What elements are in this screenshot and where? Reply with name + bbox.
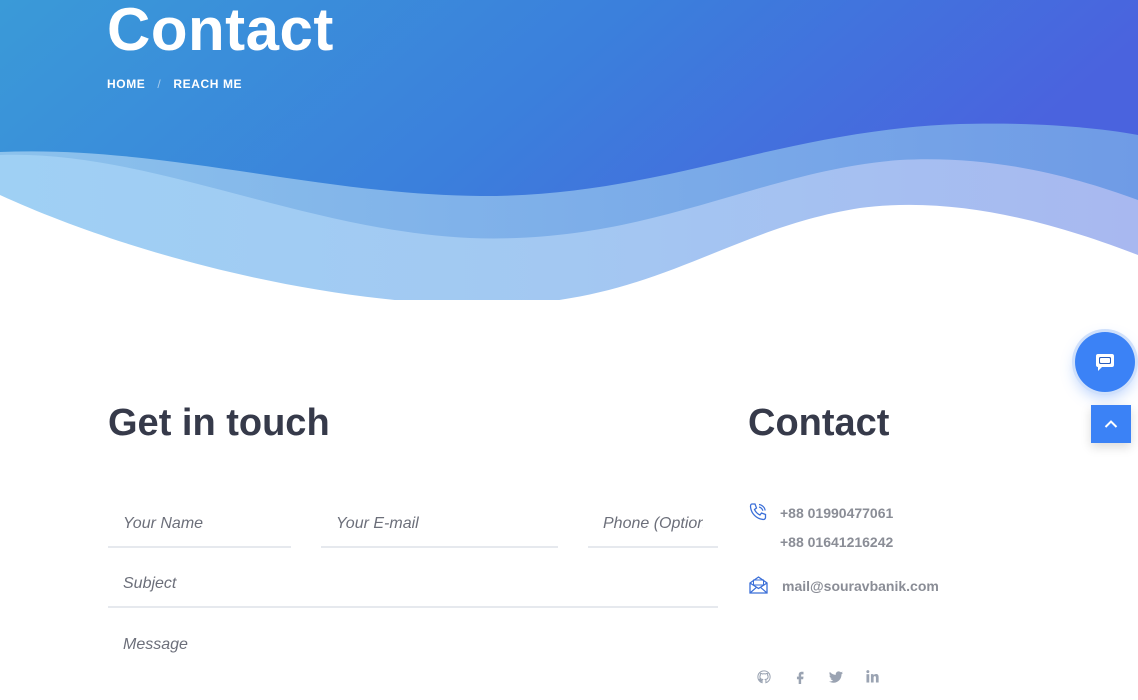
message-textarea[interactable] <box>108 630 718 700</box>
name-input[interactable] <box>108 502 291 548</box>
hero-banner: Contact HOME / REACH ME <box>0 0 1138 300</box>
chevron-up-icon <box>1104 420 1118 428</box>
open-envelope-icon <box>749 576 768 594</box>
breadcrumb-home-link[interactable]: HOME <box>107 77 145 91</box>
github-icon[interactable] <box>755 670 773 688</box>
scroll-to-top-button[interactable] <box>1091 405 1131 443</box>
form-heading: Get in touch <box>108 402 330 444</box>
subject-input[interactable] <box>108 562 718 608</box>
contact-page: Contact HOME / REACH ME Get in touch Con… <box>0 0 1138 700</box>
breadcrumb-current: REACH ME <box>173 77 243 91</box>
breadcrumb-separator: / <box>157 77 162 91</box>
linkedin-icon[interactable] <box>863 670 881 688</box>
chat-button[interactable] <box>1075 332 1135 392</box>
phone-number-1[interactable]: +88 01990477061 <box>780 505 893 521</box>
contact-heading: Contact <box>748 402 890 444</box>
phone-ringing-icon <box>749 503 767 521</box>
phone-number-2[interactable]: +88 01641216242 <box>780 534 893 550</box>
phone-input[interactable] <box>588 502 718 548</box>
breadcrumb: HOME / REACH ME <box>107 77 242 91</box>
page-title: Contact <box>107 0 334 63</box>
email-input[interactable] <box>321 502 558 548</box>
chat-bubble-icon <box>1096 354 1114 371</box>
email-address[interactable]: mail@souravbanik.com <box>782 578 939 594</box>
facebook-icon[interactable] <box>791 670 809 688</box>
twitter-icon[interactable] <box>827 670 845 688</box>
social-links <box>755 670 881 688</box>
